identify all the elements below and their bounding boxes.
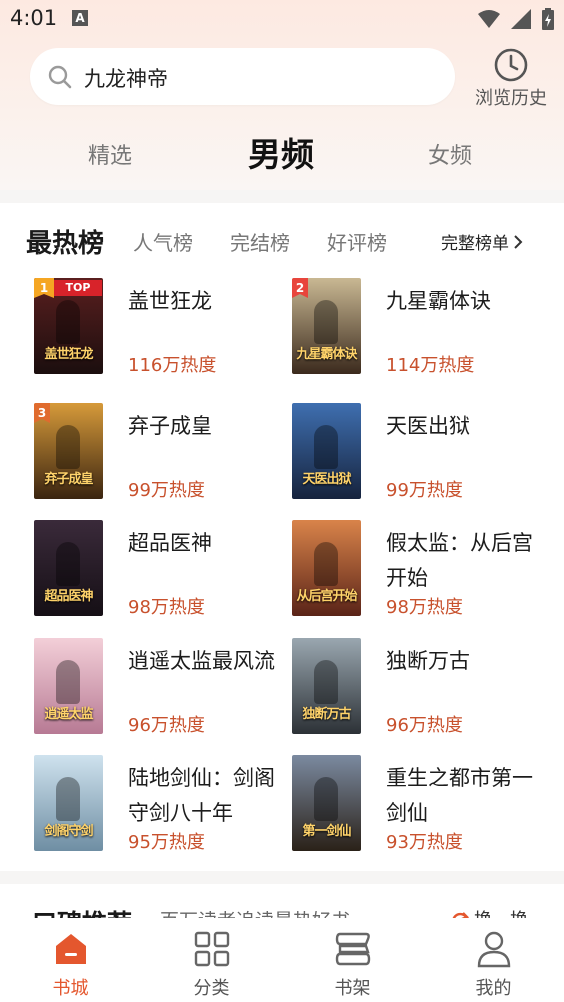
clock-icon	[494, 48, 528, 82]
bottom-nav: 书城 分类 书架 我的	[0, 918, 564, 1002]
tab-completed[interactable]: 完结榜	[230, 227, 290, 256]
bookshelf-icon	[335, 932, 371, 966]
book-cover: 第一剑仙	[292, 755, 361, 851]
book-title: 逍遥太监最风流	[128, 649, 275, 673]
tab-popularity[interactable]: 人气榜	[133, 227, 193, 256]
search-icon	[48, 65, 72, 89]
book-item[interactable]: 独断万古 独断万古 96万热度	[292, 638, 552, 738]
cover-title: 第一剑仙	[302, 824, 351, 839]
book-title: 九星霸体诀	[386, 289, 491, 313]
book-item[interactable]: 逍遥太监 逍遥太监最风流 96万热度	[34, 638, 294, 738]
tab-featured[interactable]: 精选	[88, 138, 132, 170]
profile-icon	[477, 931, 511, 968]
cover-title: 超品医神	[44, 589, 93, 604]
ranking-title[interactable]: 最热榜	[26, 223, 104, 260]
book-cover: 天医出狱	[292, 403, 361, 499]
book-title: 独断万古	[386, 649, 470, 673]
search-query: 九龙神帝	[84, 67, 168, 91]
book-cover: 九星霸体诀 2	[292, 278, 361, 374]
book-title: 盖世狂龙	[128, 289, 212, 313]
status-bar: 4:01 A	[0, 0, 564, 38]
book-item[interactable]: 九星霸体诀 2 九星霸体诀 114万热度	[292, 278, 552, 378]
book-item[interactable]: 第一剑仙 重生之都市第一剑仙 93万热度	[292, 755, 552, 855]
book-item[interactable]: 超品医神 超品医神 98万热度	[34, 520, 294, 620]
nav-bookshelf[interactable]: 书架	[282, 918, 423, 1002]
book-heat: 99万热度	[128, 480, 205, 501]
browse-history-label: 浏览历史	[475, 88, 547, 109]
home-icon	[56, 934, 86, 964]
book-heat: 96万热度	[128, 715, 205, 736]
signal-icon	[510, 9, 531, 29]
book-heat: 96万热度	[386, 715, 463, 736]
book-cover: 独断万古	[292, 638, 361, 734]
book-item[interactable]: 盖世狂龙 1 TOP 盖世狂龙 116万热度	[34, 278, 294, 378]
book-cover: 盖世狂龙 1 TOP	[34, 278, 103, 374]
browse-history-button[interactable]: 浏览历史	[470, 46, 552, 110]
book-title: 超品医神	[128, 531, 212, 555]
rank-badge: 2	[292, 278, 308, 298]
nav-category[interactable]: 分类	[141, 918, 282, 1002]
book-cover: 弃子成皇 3	[34, 403, 103, 499]
book-heat: 99万热度	[386, 480, 463, 501]
book-heat: 98万热度	[386, 597, 463, 618]
nav-profile[interactable]: 我的	[423, 918, 564, 1002]
cover-title: 九星霸体诀	[296, 347, 357, 362]
rank-badge: 3	[34, 403, 50, 423]
nav-label: 我的	[475, 978, 512, 999]
category-icon	[194, 931, 230, 967]
cover-title: 逍遥太监	[44, 707, 93, 722]
status-time: 4:01	[10, 6, 58, 30]
wifi-icon	[477, 10, 500, 28]
book-title: 天医出狱	[386, 414, 470, 438]
nav-label: 分类	[193, 978, 230, 999]
book-title: 陆地剑仙：剑阁守剑八十年	[128, 766, 275, 825]
tab-top-rated[interactable]: 好评榜	[327, 227, 387, 256]
rank-badge: 1	[34, 278, 54, 298]
book-cover: 逍遥太监	[34, 638, 103, 734]
battery-icon	[542, 8, 554, 30]
full-list-link[interactable]: 完整榜单	[441, 229, 523, 254]
tab-female-channel[interactable]: 女频	[428, 138, 472, 170]
book-item[interactable]: 弃子成皇 3 弃子成皇 99万热度	[34, 403, 294, 503]
cover-title: 盖世狂龙	[44, 347, 93, 362]
book-item[interactable]: 从后宫开始 假太监：从后宫开始 98万热度	[292, 520, 552, 620]
notification-a-icon: A	[72, 10, 88, 26]
search-bar[interactable]: 九龙神帝	[30, 48, 455, 105]
book-heat: 98万热度	[128, 597, 205, 618]
cover-title: 独断万古	[302, 707, 351, 722]
book-cover: 超品医神	[34, 520, 103, 616]
nav-bookstore[interactable]: 书城	[0, 918, 141, 1002]
chevron-right-icon	[514, 235, 523, 249]
book-heat: 114万热度	[386, 355, 475, 376]
book-cover: 剑阁守剑	[34, 755, 103, 851]
cover-title: 天医出狱	[302, 472, 351, 487]
book-item[interactable]: 剑阁守剑 陆地剑仙：剑阁守剑八十年 95万热度	[34, 755, 294, 855]
book-title: 假太监：从后宫开始	[386, 531, 533, 590]
cover-title: 从后宫开始	[296, 589, 357, 604]
book-heat: 93万热度	[386, 832, 463, 853]
cover-title: 弃子成皇	[44, 472, 93, 487]
book-heat: 95万热度	[128, 832, 205, 853]
book-title: 弃子成皇	[128, 414, 212, 438]
nav-label: 书城	[52, 978, 89, 999]
tab-male-channel[interactable]: 男频	[248, 128, 314, 176]
system-icons	[472, 8, 554, 30]
hot-ranking-card: 最热榜 人气榜 完结榜 好评榜 完整榜单 盖世狂龙 1 TOP 盖世狂龙 116…	[0, 203, 564, 871]
book-title: 重生之都市第一剑仙	[386, 766, 533, 825]
book-item[interactable]: 天医出狱 天医出狱 99万热度	[292, 403, 552, 503]
book-heat: 116万热度	[128, 355, 217, 376]
full-list-label: 完整榜单	[441, 234, 509, 254]
top-tag: TOP	[54, 280, 102, 296]
nav-label: 书架	[334, 978, 371, 999]
book-cover: 从后宫开始	[292, 520, 361, 616]
cover-title: 剑阁守剑	[44, 824, 93, 839]
